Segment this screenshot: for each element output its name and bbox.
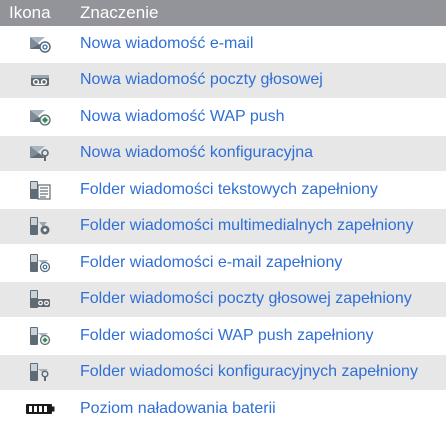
row-label: Nowa wiadomość konfiguracyjna	[80, 144, 313, 162]
icon-legend-table: Ikona Znaczenie Nowa wiadomość e-mail No…	[0, 0, 446, 428]
email-folder-full-icon	[0, 253, 80, 273]
table-row: Nowa wiadomość e-mail	[0, 26, 446, 63]
voicemail-folder-full-icon	[0, 289, 80, 309]
header-icon-column: Ikona	[9, 3, 51, 22]
new-email-icon	[0, 35, 80, 53]
table-row: Folder wiadomości e-mail zapełniony	[0, 245, 446, 282]
sms-folder-full-icon	[0, 180, 80, 200]
wap-push-folder-full-icon	[0, 326, 80, 346]
header-meaning-column: Znaczenie	[80, 3, 159, 22]
table-row: Poziom naładowania baterii	[0, 391, 446, 428]
table-row: Folder wiadomości poczty głosowej zapełn…	[0, 281, 446, 318]
row-label: Folder wiadomości multimedialnych zapełn…	[80, 217, 414, 235]
new-wap-push-icon	[0, 108, 80, 126]
table-row: Nowa wiadomość poczty głosowej	[0, 62, 446, 99]
new-config-message-icon	[0, 144, 80, 162]
row-label: Folder wiadomości konfiguracyjnych zapeł…	[80, 363, 418, 381]
row-label: Nowa wiadomość e-mail	[80, 34, 254, 52]
row-label: Nowa wiadomość WAP push	[80, 107, 285, 125]
table-row: Folder wiadomości tekstowych zapełniony	[0, 172, 446, 209]
mms-folder-full-icon	[0, 216, 80, 236]
battery-level-icon	[0, 402, 80, 416]
config-folder-full-icon	[0, 362, 80, 382]
table-row: Folder wiadomości multimedialnych zapełn…	[0, 208, 446, 245]
row-label: Nowa wiadomość poczty głosowej	[80, 71, 323, 89]
table-row: Folder wiadomości WAP push zapełniony	[0, 318, 446, 355]
row-label: Folder wiadomości poczty głosowej zapełn…	[80, 290, 412, 308]
table-header: Ikona Znaczenie	[0, 0, 446, 26]
table-row: Folder wiadomości konfiguracyjnych zapeł…	[0, 354, 446, 391]
row-label: Folder wiadomości e-mail zapełniony	[80, 253, 343, 271]
row-label: Poziom naładowania baterii	[80, 399, 276, 417]
new-voicemail-icon	[0, 73, 80, 87]
table-row: Nowa wiadomość WAP push	[0, 99, 446, 136]
row-label: Folder wiadomości WAP push zapełniony	[80, 326, 374, 344]
row-label: Folder wiadomości tekstowych zapełniony	[80, 180, 378, 198]
table-row: Nowa wiadomość konfiguracyjna	[0, 135, 446, 172]
